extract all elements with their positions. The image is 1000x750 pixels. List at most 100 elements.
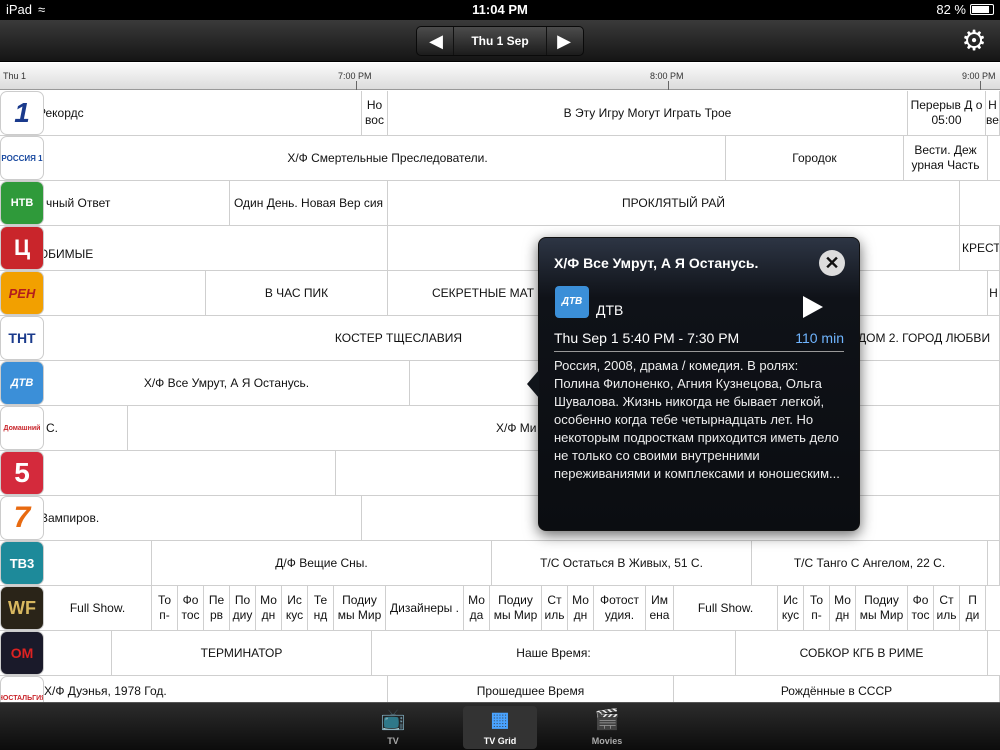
program-cell[interactable]: Подиу мы Мир <box>334 586 386 630</box>
channel-row: ТВ3 Д/Ф Вещие Сны. Т/С Остаться В Живых,… <box>0 541 1000 586</box>
program-cell[interactable]: КРЕСТ <box>960 226 1000 270</box>
channel-logo-ntv[interactable]: НТВ <box>0 181 44 225</box>
tab-tv[interactable]: 📺 TV <box>356 706 430 749</box>
close-button[interactable]: ✕ <box>819 250 845 276</box>
program-cell[interactable]: Д/Ф Вещие Сны. <box>152 541 492 585</box>
channel-row: ОМ ТЕРМИНАТОР Наше Время: СОБКОР КГБ В Р… <box>0 631 1000 676</box>
program-cell[interactable]: Наше Время: <box>372 631 736 675</box>
channel-logo-tvc[interactable]: Ц <box>0 226 44 270</box>
program-cell[interactable]: Фотост удия. <box>594 586 646 630</box>
program-cell[interactable]: Т/С Остаться В Живых, 51 С. <box>492 541 752 585</box>
program-cell[interactable] <box>44 451 336 495</box>
program-cell[interactable]: Фо тос <box>908 586 934 630</box>
program-cell[interactable]: В Эту Игру Могут Играть Трое <box>388 91 908 135</box>
program-cell[interactable]: Мо дн <box>256 586 282 630</box>
date-selector: ◀ Thu 1 Sep ▶ <box>416 26 584 56</box>
program-cell[interactable]: Ис кус <box>778 586 804 630</box>
next-day-button[interactable]: ▶ <box>547 27 581 55</box>
program-cell[interactable]: Full Show. <box>674 586 778 630</box>
channel-logo-ren[interactable]: РЕН <box>0 271 44 315</box>
program-cell[interactable]: Мо дн <box>830 586 856 630</box>
program-cell[interactable]: Фо тос <box>178 586 204 630</box>
tab-label: Movies <box>591 736 623 746</box>
program-cell[interactable] <box>44 541 152 585</box>
battery-icon <box>970 4 994 15</box>
channel-logo-tv3[interactable]: ТВ3 <box>0 541 44 585</box>
previous-day-button[interactable]: ◀ <box>419 27 453 55</box>
program-cell[interactable]: Н ве <box>986 91 1000 135</box>
program-cell[interactable]: Рекордс <box>0 91 362 135</box>
channel-logo-domashny[interactable]: Домашний <box>0 406 44 450</box>
program-cell[interactable]: Прошедшее Время <box>388 676 674 702</box>
program-cell[interactable]: Т/С Танго С Ангелом, 22 С. <box>752 541 988 585</box>
program-cell[interactable]: Подиу мы Мир <box>856 586 908 630</box>
divider <box>554 351 844 352</box>
program-cell[interactable]: Х/Ф Смертельные Преследователи. <box>50 136 726 180</box>
program-cell[interactable]: СОБКОР КГБ В РИМЕ <box>736 631 988 675</box>
play-icon[interactable] <box>803 296 823 318</box>
tick-mark <box>980 81 981 90</box>
program-cell[interactable]: Мо дн <box>568 586 594 630</box>
grid-calendar-icon: ▦ <box>490 709 510 731</box>
program-cell[interactable]: Full Show. <box>44 586 152 630</box>
program-cell[interactable]: Ис кус <box>282 586 308 630</box>
channel-logo-wf[interactable]: WF <box>0 586 44 630</box>
program-cell[interactable]: Ст иль <box>934 586 960 630</box>
program-cell[interactable]: Вести. Деж урная Часть <box>904 136 988 180</box>
clapperboard-icon: 🎬 <box>594 709 620 731</box>
channel-logo-7[interactable]: 7 <box>0 496 44 540</box>
program-cell[interactable]: Рождённые в СССР <box>674 676 1000 702</box>
program-cell[interactable]: ЮБИМЫЕ <box>0 226 388 270</box>
channel-logo-nostalgia[interactable]: НОСТАЛЬГИЯ <box>0 676 44 702</box>
program-cell[interactable]: ПРОКЛЯТЫЙ РАЙ <box>388 181 960 225</box>
tab-movies[interactable]: 🎬 Movies <box>570 706 644 749</box>
program-description: Россия, 2008, драма / комедия. В ролях: … <box>554 358 840 481</box>
channel-logo-tnt[interactable]: ТНТ <box>0 316 44 360</box>
tab-tv-grid[interactable]: ▦ TV Grid <box>463 706 537 749</box>
channel-logo-russia1[interactable]: РОССИЯ 1 <box>0 136 44 180</box>
program-cell[interactable]: Х/Ф Дуэнья, 1978 Год. <box>0 676 388 702</box>
program-cell[interactable]: Н <box>988 271 1000 315</box>
channel-row: НТВ чный Ответ Один День. Новая Вер сия … <box>0 181 1000 226</box>
current-date[interactable]: Thu 1 Sep <box>453 27 547 55</box>
program-cell[interactable]: В ЧАС ПИК <box>206 271 388 315</box>
program-cell[interactable]: То п- <box>804 586 830 630</box>
program-cell[interactable]: Городок <box>726 136 904 180</box>
program-cell[interactable] <box>44 271 206 315</box>
program-cell[interactable]: Ст иль <box>542 586 568 630</box>
channel-logo-icon: ДТВ <box>555 286 589 318</box>
program-cell[interactable]: Мо да <box>464 586 490 630</box>
channel-logo-5[interactable]: 5 <box>0 451 44 495</box>
navigation-bar: ◀ Thu 1 Sep ▶ ⚙ <box>0 20 1000 62</box>
program-cell[interactable]: Один День. Новая Вер сия <box>230 181 388 225</box>
program-cell[interactable]: СЕКРЕТНЫЕ МАТ <box>388 271 548 315</box>
channel-logo-om[interactable]: ОМ <box>0 631 44 675</box>
program-cell[interactable]: То п- <box>152 586 178 630</box>
tab-bar: 📺 TV ▦ TV Grid 🎬 Movies <box>0 702 1000 750</box>
program-cell[interactable]: По диу <box>230 586 256 630</box>
program-detail-popover: Х/Ф Все Умрут, А Я Останусь. ✕ ДТВ ДТВ T… <box>527 237 860 531</box>
program-cell[interactable]: Вампиров. <box>0 496 362 540</box>
program-cell[interactable]: Те нд <box>308 586 334 630</box>
channel-logo-1[interactable]: 1 <box>0 91 44 135</box>
program-cell[interactable]: Дизайнеры . <box>386 586 464 630</box>
clock: 11:04 PM <box>472 2 528 17</box>
time-label-8pm: 8:00 PM <box>650 71 684 81</box>
tick-mark <box>356 81 357 90</box>
program-cell[interactable]: ТЕРМИНАТОР <box>112 631 372 675</box>
program-cell[interactable] <box>44 631 112 675</box>
program-cell[interactable]: Пе рв <box>204 586 230 630</box>
program-cell[interactable]: Но вос <box>362 91 388 135</box>
status-bar: iPad ≈ 11:04 PM 82 % <box>0 0 1000 20</box>
program-duration: 110 min <box>795 330 844 346</box>
channel-row: 1 Рекордс Но вос В Эту Игру Могут Играть… <box>0 91 1000 136</box>
program-cell[interactable]: Им ена <box>646 586 674 630</box>
program-cell[interactable]: Подиу мы Мир <box>490 586 542 630</box>
program-cell[interactable]: Х/Ф Все Умрут, А Я Останусь. <box>44 361 410 405</box>
left-arrow-icon: ◀ <box>429 31 443 51</box>
program-cell[interactable]: Перерыв Д о 05:00 <box>908 91 986 135</box>
program-cell[interactable]: П ди <box>960 586 986 630</box>
channel-logo-dtv[interactable]: ДТВ <box>0 361 44 405</box>
program-cell[interactable] <box>988 541 1000 585</box>
settings-button[interactable]: ⚙ <box>958 25 990 57</box>
